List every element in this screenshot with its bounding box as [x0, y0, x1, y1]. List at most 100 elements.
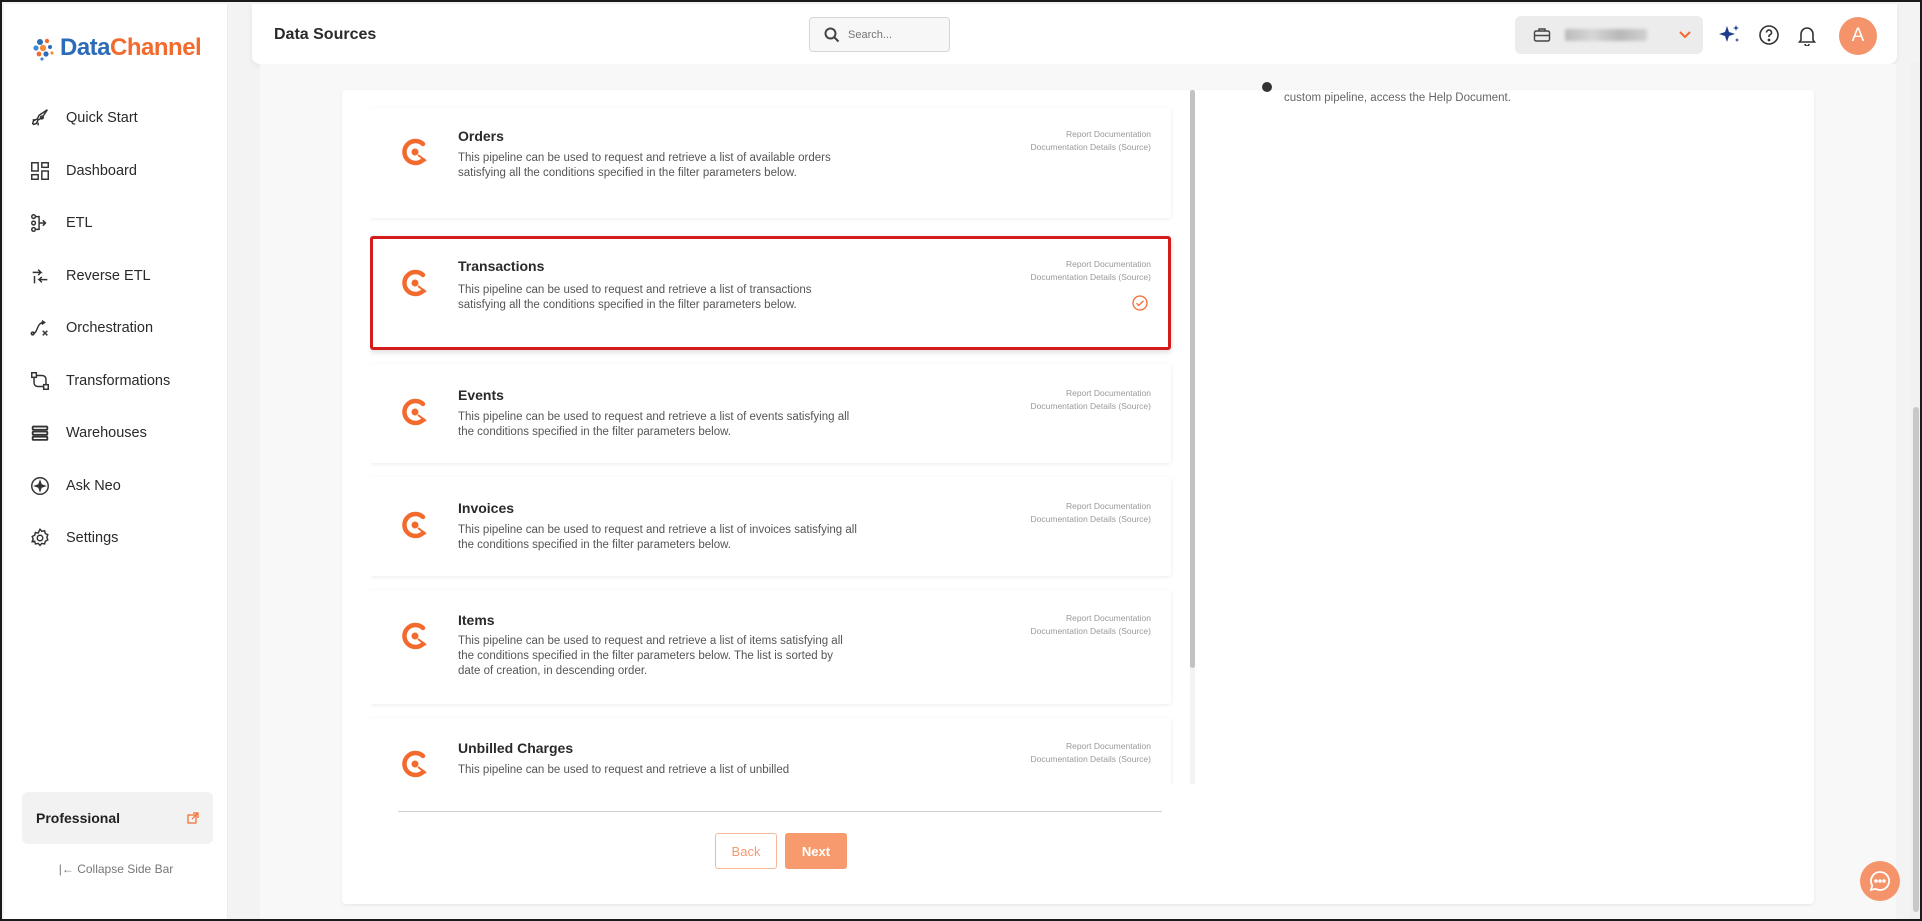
pipeline-title: Invoices [458, 500, 515, 516]
sidebar-item-quick-start[interactable]: Quick Start [4, 92, 228, 145]
collapse-label: Collapse Side Bar [77, 862, 174, 876]
sidebar-item-warehouses[interactable]: Warehouses [4, 407, 228, 460]
documentation-details-link[interactable]: Documentation Details (Source) [1031, 753, 1151, 766]
pipeline-description: This pipeline can be used to request and… [458, 152, 831, 179]
chargebee-logo-icon [402, 269, 427, 297]
search-box[interactable] [809, 17, 950, 52]
next-button[interactable]: Next [785, 833, 847, 869]
plan-label: Professional [36, 810, 121, 826]
back-button[interactable]: Back [715, 833, 777, 869]
sidebar-item-dashboard[interactable]: Dashboard [4, 145, 228, 198]
pipeline-description: This pipeline can be used to request and… [458, 524, 857, 551]
sidebar-item-etl[interactable]: ETL [4, 197, 228, 250]
documentation-details-link[interactable]: Documentation Details (Source) [1031, 271, 1151, 284]
pipeline-description: This pipeline can be used to request and… [458, 284, 812, 311]
report-documentation-link[interactable]: Report Documentation [1031, 128, 1151, 141]
sidebar-item-ask-neo[interactable]: Ask Neo [4, 460, 228, 513]
documentation-details-link[interactable]: Documentation Details (Source) [1031, 141, 1151, 154]
bell-icon[interactable] [1795, 23, 1819, 47]
search-icon [824, 27, 840, 42]
report-documentation-link[interactable]: Report Documentation [1031, 740, 1151, 753]
sidebar-item-label: ETL [66, 215, 93, 232]
sparkle-icon [28, 474, 52, 498]
sidebar-item-orchestration[interactable]: Orchestration [4, 302, 228, 355]
search-input[interactable] [848, 28, 938, 41]
help-text: custom pipeline, access the Help Documen… [1284, 92, 1511, 104]
list-scroll-thumb[interactable] [1190, 90, 1195, 668]
next-button-label: Next [801, 843, 831, 859]
chargebee-logo-icon [402, 138, 427, 166]
pipeline-description: This pipeline can be used to request and… [458, 635, 843, 677]
brand-name-channel: Channel [110, 34, 202, 61]
report-documentation-link[interactable]: Report Documentation [1031, 612, 1151, 625]
pipeline-list[interactable]: Orders This pipeline can be used to requ… [370, 90, 1190, 784]
chargebee-logo-icon [402, 511, 427, 539]
external-link-icon[interactable] [187, 812, 199, 824]
collapse-icon: |← [58, 862, 78, 876]
chat-support-button[interactable] [1860, 861, 1900, 901]
pipeline-description: This pipeline can be used to request and… [458, 764, 790, 776]
chargebee-logo-icon [402, 398, 427, 426]
pipeline-card[interactable]: Events This pipeline can be used to requ… [370, 364, 1171, 463]
sidebar: DataChannel Quick Start Dashboard ETL Re… [4, 4, 228, 919]
sidebar-item-settings[interactable]: Settings [4, 512, 228, 565]
documentation-details-link[interactable]: Documentation Details (Source) [1031, 625, 1151, 638]
sidebar-item-transformations[interactable]: Transformations [4, 355, 228, 408]
doc-links: Report Documentation Documentation Detai… [1031, 128, 1151, 154]
help-icon[interactable] [1757, 23, 1781, 47]
etl-icon [28, 211, 52, 235]
documentation-details-link[interactable]: Documentation Details (Source) [1031, 513, 1151, 526]
sidebar-item-label: Reverse ETL [66, 267, 151, 284]
chargebee-logo-icon [402, 622, 427, 650]
rocket-icon [28, 106, 52, 130]
sidebar-item-label: Dashboard [66, 162, 137, 179]
chevron-down-icon [1679, 31, 1691, 39]
user-avatar[interactable]: A [1839, 17, 1877, 55]
sidebar-item-reverse-etl[interactable]: Reverse ETL [4, 250, 228, 303]
page-scrollbar[interactable] [1910, 62, 1920, 919]
chargebee-logo-icon [402, 750, 427, 778]
pipeline-card[interactable]: Orders This pipeline can be used to requ… [370, 108, 1171, 218]
collapse-sidebar-button[interactable]: |← Collapse Side Bar [4, 862, 228, 876]
doc-links: Report Documentation Documentation Detai… [1031, 258, 1151, 284]
warehouse-icon [28, 421, 52, 445]
doc-links: Report Documentation Documentation Detai… [1031, 612, 1151, 638]
orchestration-icon [28, 316, 52, 340]
sidebar-item-label: Ask Neo [66, 477, 121, 494]
app-window: DataChannel Quick Start Dashboard ETL Re… [0, 0, 1922, 921]
page-scroll-thumb[interactable] [1913, 407, 1919, 912]
top-header: Data Sources A [252, 4, 1897, 64]
brand-name-data: Data [60, 34, 111, 61]
sidebar-item-label: Warehouses [66, 425, 147, 442]
report-documentation-link[interactable]: Report Documentation [1031, 387, 1151, 400]
doc-links: Report Documentation Documentation Detai… [1031, 387, 1151, 413]
pipeline-card[interactable]: Items This pipeline can be used to reque… [370, 590, 1171, 704]
pipeline-title: Items [458, 612, 495, 628]
doc-links: Report Documentation Documentation Detai… [1031, 740, 1151, 766]
report-documentation-link[interactable]: Report Documentation [1031, 258, 1151, 271]
pipeline-description: This pipeline can be used to request and… [458, 411, 850, 438]
datachannel-logo-icon [33, 38, 54, 61]
pipeline-card-selected[interactable]: Transactions This pipeline can be used t… [370, 236, 1171, 350]
list-scrollbar[interactable] [1190, 90, 1195, 784]
transformations-icon [28, 369, 52, 393]
sidebar-nav: Quick Start Dashboard ETL Reverse ETL Or… [4, 92, 228, 565]
dashboard-icon [28, 159, 52, 183]
sidebar-item-label: Transformations [66, 372, 171, 389]
gear-icon [28, 526, 52, 550]
report-documentation-link[interactable]: Report Documentation [1031, 500, 1151, 513]
pipeline-card[interactable]: Invoices This pipeline can be used to re… [370, 477, 1171, 576]
bullet-icon [1262, 82, 1272, 92]
ai-sparkle-icon[interactable] [1718, 23, 1742, 47]
pipeline-card[interactable]: Unbilled Charges This pipeline can be us… [370, 718, 1171, 784]
brand-name: DataChannel [60, 34, 202, 62]
pipeline-title: Transactions [458, 258, 545, 274]
chat-bubble-icon [1869, 871, 1890, 892]
divider [398, 811, 1162, 812]
documentation-details-link[interactable]: Documentation Details (Source) [1031, 400, 1151, 413]
logo[interactable]: DataChannel [30, 34, 202, 62]
pipeline-title: Events [458, 387, 504, 403]
plan-badge[interactable]: Professional [22, 792, 213, 844]
workspace-selector[interactable] [1515, 16, 1703, 54]
pipeline-title: Orders [458, 128, 504, 144]
